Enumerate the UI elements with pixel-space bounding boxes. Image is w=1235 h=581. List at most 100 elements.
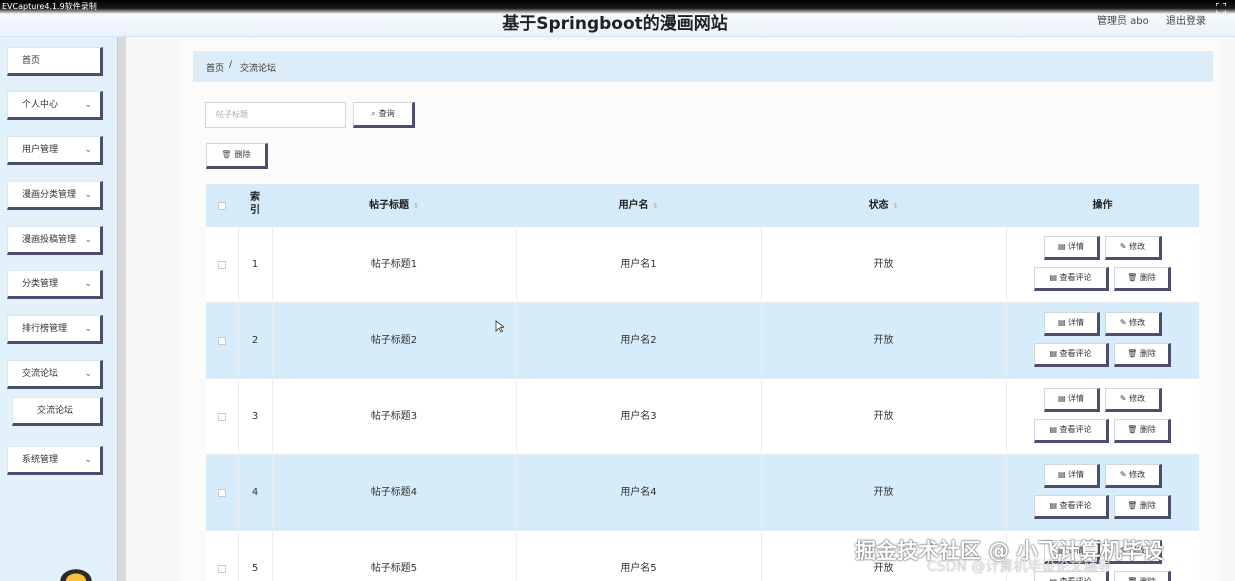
sidebar-item-personal-center[interactable]: 个人中心 ⌄	[7, 91, 103, 120]
view-comments-button[interactable]: ▤ 查看评论	[1034, 419, 1109, 443]
logout-link[interactable]: 退出登录	[1166, 12, 1206, 27]
breadcrumb-home[interactable]: 首页	[206, 61, 224, 74]
sidebar-item-label: 漫画分类管理	[22, 190, 77, 200]
column-header-status[interactable]: 状态 ⇕	[761, 184, 1006, 227]
sidebar-item-label: 漫画投稿管理	[22, 235, 77, 245]
sort-icon: ⇕	[892, 202, 899, 210]
edit-icon: ✎	[1119, 242, 1130, 251]
document-icon: ▤	[1057, 318, 1069, 327]
sidebar-item-forum[interactable]: 交流论坛 ⌄	[7, 360, 103, 389]
sidebar-item-label: 用户管理	[22, 145, 59, 155]
delete-button-label: 删除	[1139, 273, 1156, 282]
search-input[interactable]: 帖子标题	[205, 102, 346, 128]
top-bar: EVCapture4.1.9软件录制 基于Springboot的漫画网站 管理员…	[0, 0, 1235, 37]
sidebar-item-user-management[interactable]: 用户管理 ⌄	[7, 136, 103, 165]
sidebar-item-comic-submission[interactable]: 漫画投稿管理 ⌄	[7, 226, 103, 255]
row-username: 用户名1	[620, 259, 657, 270]
trash-icon: 🗑	[221, 150, 232, 159]
document-icon: ▤	[1057, 470, 1069, 479]
divider	[1006, 455, 1007, 530]
fullscreen-icon[interactable]	[1215, 2, 1227, 14]
trash-icon: 🗑	[1127, 349, 1140, 358]
select-all-checkbox[interactable]	[218, 202, 226, 210]
row-username: 用户名3	[620, 411, 657, 422]
table-row: 1 帖子标题1 用户名1 开放 ▤ 详情 ✎ 修改 ▤ 查看评论 🗑 删除	[206, 227, 1199, 303]
sidebar-item-label: 交流论坛	[37, 406, 74, 416]
batch-delete-button[interactable]: 🗑 删除	[206, 143, 268, 169]
detail-button[interactable]: ▤ 详情	[1044, 388, 1100, 412]
row-username: 用户名2	[620, 335, 657, 346]
divider	[1006, 227, 1007, 302]
row-checkbox[interactable]	[218, 413, 226, 421]
detail-button-label: 详情	[1068, 470, 1085, 479]
delete-button[interactable]: 🗑 删除	[1114, 419, 1171, 443]
row-status: 开放	[873, 259, 894, 270]
row-username: 用户名4	[620, 487, 657, 498]
delete-button-label: 删除	[1139, 349, 1156, 358]
row-title: 帖子标题1	[370, 259, 418, 270]
row-checkbox[interactable]	[218, 565, 226, 573]
sidebar-item-label: 排行榜管理	[22, 324, 68, 334]
divider	[1006, 379, 1007, 454]
trash-icon: 🗑	[1127, 501, 1140, 510]
search-icon: ⌕	[371, 109, 376, 118]
document-icon: ▤	[1049, 425, 1060, 434]
row-checkbox[interactable]	[218, 261, 226, 269]
row-status: 开放	[873, 411, 894, 422]
row-title: 帖子标题3	[370, 411, 418, 422]
detail-button[interactable]: ▤ 详情	[1044, 464, 1100, 488]
view-comments-button[interactable]: ▤ 查看评论	[1034, 343, 1109, 367]
edit-button[interactable]: ✎ 修改	[1105, 388, 1162, 412]
row-title: 帖子标题2	[370, 335, 418, 346]
delete-button-label: 删除	[1139, 425, 1156, 434]
sidebar-item-system[interactable]: 系统管理 ⌄	[7, 446, 103, 475]
row-username: 用户名5	[620, 563, 657, 574]
delete-button-label: 删除	[1139, 501, 1156, 510]
view-comments-button[interactable]: ▤ 查看评论	[1034, 495, 1109, 519]
decoration-image	[56, 566, 96, 581]
edit-icon: ✎	[1119, 470, 1130, 479]
detail-button[interactable]: ▤ 详情	[1044, 312, 1100, 336]
row-index: 2	[251, 335, 259, 346]
row-checkbox[interactable]	[218, 489, 226, 497]
edit-button-label: 修改	[1129, 242, 1146, 251]
delete-button[interactable]: 🗑 删除	[1114, 495, 1171, 519]
row-index: 5	[251, 563, 259, 574]
row-index: 1	[251, 259, 259, 270]
column-header-username[interactable]: 用户名 ⇕	[516, 184, 761, 227]
sidebar-item-home[interactable]: 首页	[7, 47, 103, 76]
detail-button-label: 详情	[1068, 394, 1085, 403]
sidebar-item-ranking[interactable]: 排行榜管理 ⌄	[7, 315, 103, 344]
delete-button[interactable]: 🗑 删除	[1114, 343, 1171, 367]
view-comments-button[interactable]: ▤ 查看评论	[1034, 267, 1109, 291]
edit-button[interactable]: ✎ 修改	[1105, 464, 1162, 488]
column-header-title[interactable]: 帖子标题 ⇕	[272, 184, 516, 227]
breadcrumb: 首页 / 交流论坛	[193, 51, 1213, 82]
chevron-down-icon: ⌄	[84, 324, 92, 334]
edit-button[interactable]: ✎ 修改	[1105, 312, 1162, 336]
sidebar-item-label: 个人中心	[22, 100, 59, 110]
row-index: 3	[251, 411, 259, 422]
sidebar-subitem-forum[interactable]: 交流论坛	[12, 397, 103, 426]
sidebar-item-category[interactable]: 分类管理 ⌄	[7, 270, 103, 299]
delete-button[interactable]: 🗑 删除	[1114, 571, 1171, 581]
detail-button[interactable]: ▤ 详情	[1044, 236, 1100, 260]
chevron-down-icon: ⌄	[84, 145, 92, 155]
edit-icon: ✎	[1119, 318, 1130, 327]
sidebar-item-comic-category[interactable]: 漫画分类管理 ⌄	[7, 181, 103, 210]
chevron-down-icon: ⌄	[84, 369, 92, 379]
table-row: 4 帖子标题4 用户名4 开放 ▤ 详情 ✎ 修改 ▤ 查看评论 🗑 删除	[206, 455, 1199, 531]
divider	[1006, 303, 1007, 378]
row-checkbox[interactable]	[218, 337, 226, 345]
sidebar-scrollbar[interactable]	[117, 37, 126, 581]
search-button[interactable]: ⌕ 查询	[353, 102, 415, 128]
column-header-title-label: 帖子标题	[369, 200, 410, 211]
edit-button[interactable]: ✎ 修改	[1105, 236, 1162, 260]
chevron-down-icon: ⌄	[84, 190, 92, 200]
trash-icon: 🗑	[1127, 577, 1140, 581]
document-icon: ▤	[1049, 501, 1060, 510]
view-comments-label: 查看评论	[1059, 273, 1092, 282]
document-icon: ▤	[1057, 394, 1069, 403]
edit-icon: ✎	[1119, 394, 1130, 403]
delete-button[interactable]: 🗑 删除	[1114, 267, 1171, 291]
